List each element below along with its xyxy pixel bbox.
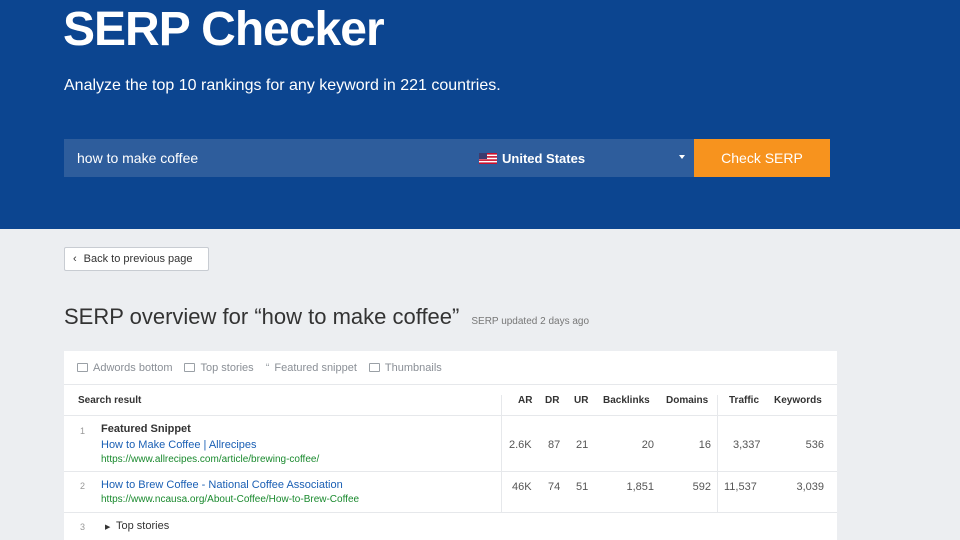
- overview-title: SERP overview for “how to make coffee”: [64, 304, 460, 329]
- domains-value[interactable]: 592: [693, 481, 711, 493]
- quote-icon: “: [265, 361, 270, 374]
- table-row: 1 Featured Snippet How to Make Coffee | …: [64, 416, 837, 472]
- header-keywords[interactable]: Keywords: [774, 395, 822, 406]
- ur-value: 51: [576, 481, 589, 493]
- backlinks-value[interactable]: 20: [642, 439, 654, 451]
- dr-value: 87: [548, 439, 561, 451]
- back-button-label: Back to previous page: [83, 253, 193, 265]
- header-domains[interactable]: Domains: [666, 395, 708, 406]
- dr-value: 74: [548, 481, 561, 493]
- thumbnails-icon: [368, 363, 380, 372]
- header-traffic[interactable]: Traffic: [729, 395, 759, 406]
- header-backlinks[interactable]: Backlinks: [603, 395, 650, 406]
- table-header: Search result AR DR UR Backlinks Domains…: [64, 385, 837, 416]
- traffic-value[interactable]: 3,337: [733, 439, 761, 451]
- country-select[interactable]: United States: [479, 139, 694, 177]
- chevron-down-icon: [679, 155, 685, 159]
- row-number: 1: [80, 426, 86, 436]
- keywords-value[interactable]: 536: [806, 439, 824, 451]
- ar-value: 2.6K: [509, 439, 532, 451]
- page-title: SERP Checker: [63, 3, 385, 56]
- keywords-value[interactable]: 3,039: [796, 481, 824, 493]
- result-title-link[interactable]: How to Make Coffee | Allrecipes: [101, 439, 257, 451]
- header-ur[interactable]: UR: [574, 395, 588, 406]
- ur-value: 21: [576, 439, 589, 451]
- serp-table-panel: Adwords bottom Top stories “ Featured sn…: [64, 351, 837, 540]
- back-button[interactable]: ‹ Back to previous page: [64, 247, 209, 271]
- updated-label: SERP updated 2 days ago: [471, 316, 590, 327]
- row-number: 3: [80, 522, 86, 532]
- serp-overview-heading: SERP overview for “how to make coffee” S…: [64, 304, 589, 330]
- ar-value: 46K: [512, 481, 532, 493]
- result-url: https://www.ncausa.org/About-Coffee/How-…: [101, 494, 360, 505]
- table-row: 3 ▶ Top stories: [64, 513, 837, 540]
- result-url: https://www.allrecipes.com/article/brewi…: [101, 454, 320, 465]
- table-row: 2 How to Brew Coffee - National Coffee A…: [64, 472, 837, 513]
- result-title-link[interactable]: How to Brew Coffee - National Coffee Ass…: [101, 479, 343, 491]
- header-dr[interactable]: DR: [545, 395, 559, 406]
- keyword-input[interactable]: [64, 139, 464, 177]
- expand-triangle-icon[interactable]: ▶: [105, 523, 110, 531]
- featured-snippet-label: Featured Snippet: [101, 423, 191, 435]
- header-ar[interactable]: AR: [518, 395, 532, 406]
- row-number: 2: [80, 481, 86, 491]
- feature-thumbnails: Thumbnails: [368, 362, 442, 374]
- check-serp-button[interactable]: Check SERP: [694, 139, 830, 177]
- feature-featured-snippet: “ Featured snippet: [265, 361, 357, 374]
- adwords-icon: [77, 363, 88, 372]
- page-subtitle: Analyze the top 10 rankings for any keyw…: [64, 77, 501, 94]
- us-flag-icon: [479, 152, 497, 164]
- chevron-left-icon: ‹: [73, 253, 77, 265]
- top-stories-icon: [184, 363, 196, 372]
- domains-value[interactable]: 16: [699, 439, 711, 451]
- header-search-result[interactable]: Search result: [78, 395, 141, 406]
- hero-banner: SERP Checker Analyze the top 10 rankings…: [0, 0, 960, 229]
- traffic-value[interactable]: 11,537: [724, 481, 757, 493]
- feature-adwords-bottom: Adwords bottom: [77, 362, 172, 374]
- search-bar: United States: [64, 139, 694, 177]
- feature-top-stories: Top stories: [184, 362, 254, 374]
- top-stories-toggle[interactable]: Top stories: [116, 520, 169, 532]
- serp-features-bar: Adwords bottom Top stories “ Featured sn…: [64, 351, 837, 385]
- country-label: United States: [502, 150, 586, 166]
- backlinks-value[interactable]: 1,851: [626, 481, 654, 493]
